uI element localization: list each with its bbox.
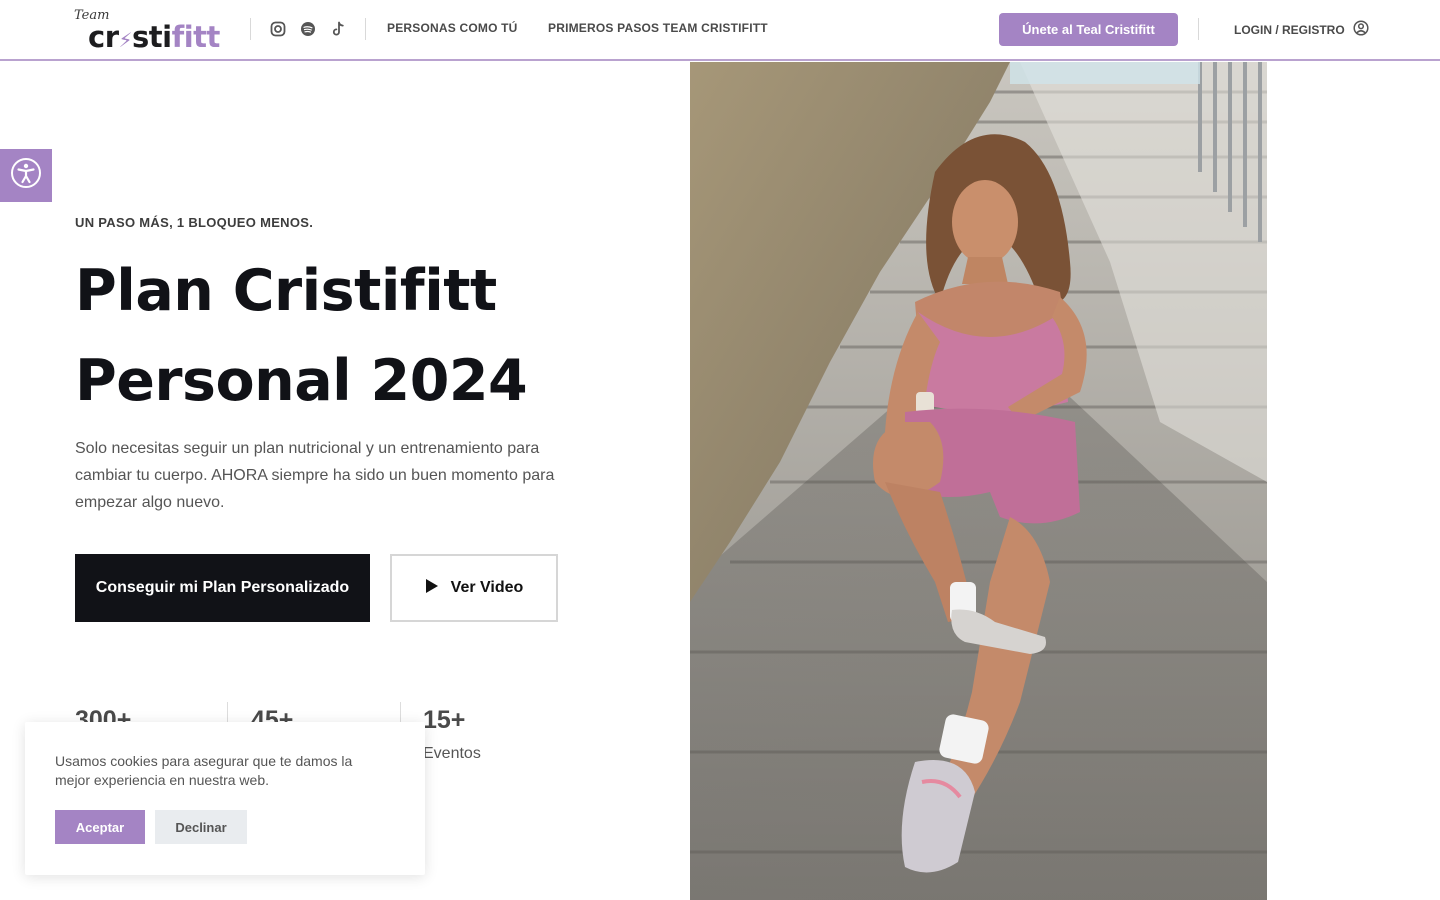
header-divider [365, 18, 366, 40]
stat-label: Eventos [423, 745, 481, 762]
join-team-button[interactable]: Únete al Teal Cristifitt [999, 13, 1178, 46]
site-header: Team cr⚡stifitt PERSONAS COMO TÚ PRIMERO… [0, 0, 1440, 61]
login-register-link[interactable]: LOGIN / REGISTRO [1234, 20, 1369, 39]
hero-eyebrow: UN PASO MÁS, 1 BLOQUEO MENOS. [75, 215, 314, 230]
page-title: Plan Cristifitt Personal 2024 [75, 246, 635, 426]
hero-photo-illustration [690, 62, 1267, 900]
stat-number: 15+ [423, 706, 466, 734]
nav-primeros-pasos[interactable]: PRIMEROS PASOS TEAM CRISTIFITT [548, 21, 768, 35]
watch-video-label: Ver Video [450, 579, 524, 596]
tiktok-icon[interactable] [329, 20, 347, 38]
hero-description: Solo necesitas seguir un plan nutriciona… [75, 440, 555, 511]
cookie-message: Usamos cookies para asegurar que te damo… [55, 753, 353, 788]
cookie-decline-button[interactable]: Declinar [155, 810, 247, 844]
watch-video-button[interactable]: Ver Video [390, 554, 558, 622]
play-icon [425, 578, 439, 599]
spotify-icon[interactable] [299, 20, 317, 38]
header-divider [250, 18, 251, 40]
nav-personas-como-tu[interactable]: PERSONAS COMO TÚ [387, 21, 518, 35]
logo[interactable]: Team cr⚡stifitt [74, 8, 234, 54]
hero-photo [690, 62, 1267, 900]
header-divider [1198, 18, 1199, 40]
stat-item: 15+ Eventos [423, 706, 481, 763]
accessibility-icon [10, 157, 42, 194]
accessibility-toggle[interactable] [0, 149, 52, 202]
title-line-1: Plan Cristifitt [75, 258, 497, 324]
login-label: LOGIN / REGISTRO [1234, 22, 1345, 37]
user-circle-icon [1353, 20, 1369, 39]
cookie-banner: Usamos cookies para asegurar que te damo… [25, 722, 425, 875]
instagram-icon[interactable] [269, 20, 287, 38]
get-plan-button[interactable]: Conseguir mi Plan Personalizado [75, 554, 370, 622]
cookie-accept-button[interactable]: Aceptar [55, 810, 145, 844]
title-line-2: Personal 2024 [75, 348, 528, 414]
logo-wordmark: cr⚡stifitt [88, 20, 220, 54]
